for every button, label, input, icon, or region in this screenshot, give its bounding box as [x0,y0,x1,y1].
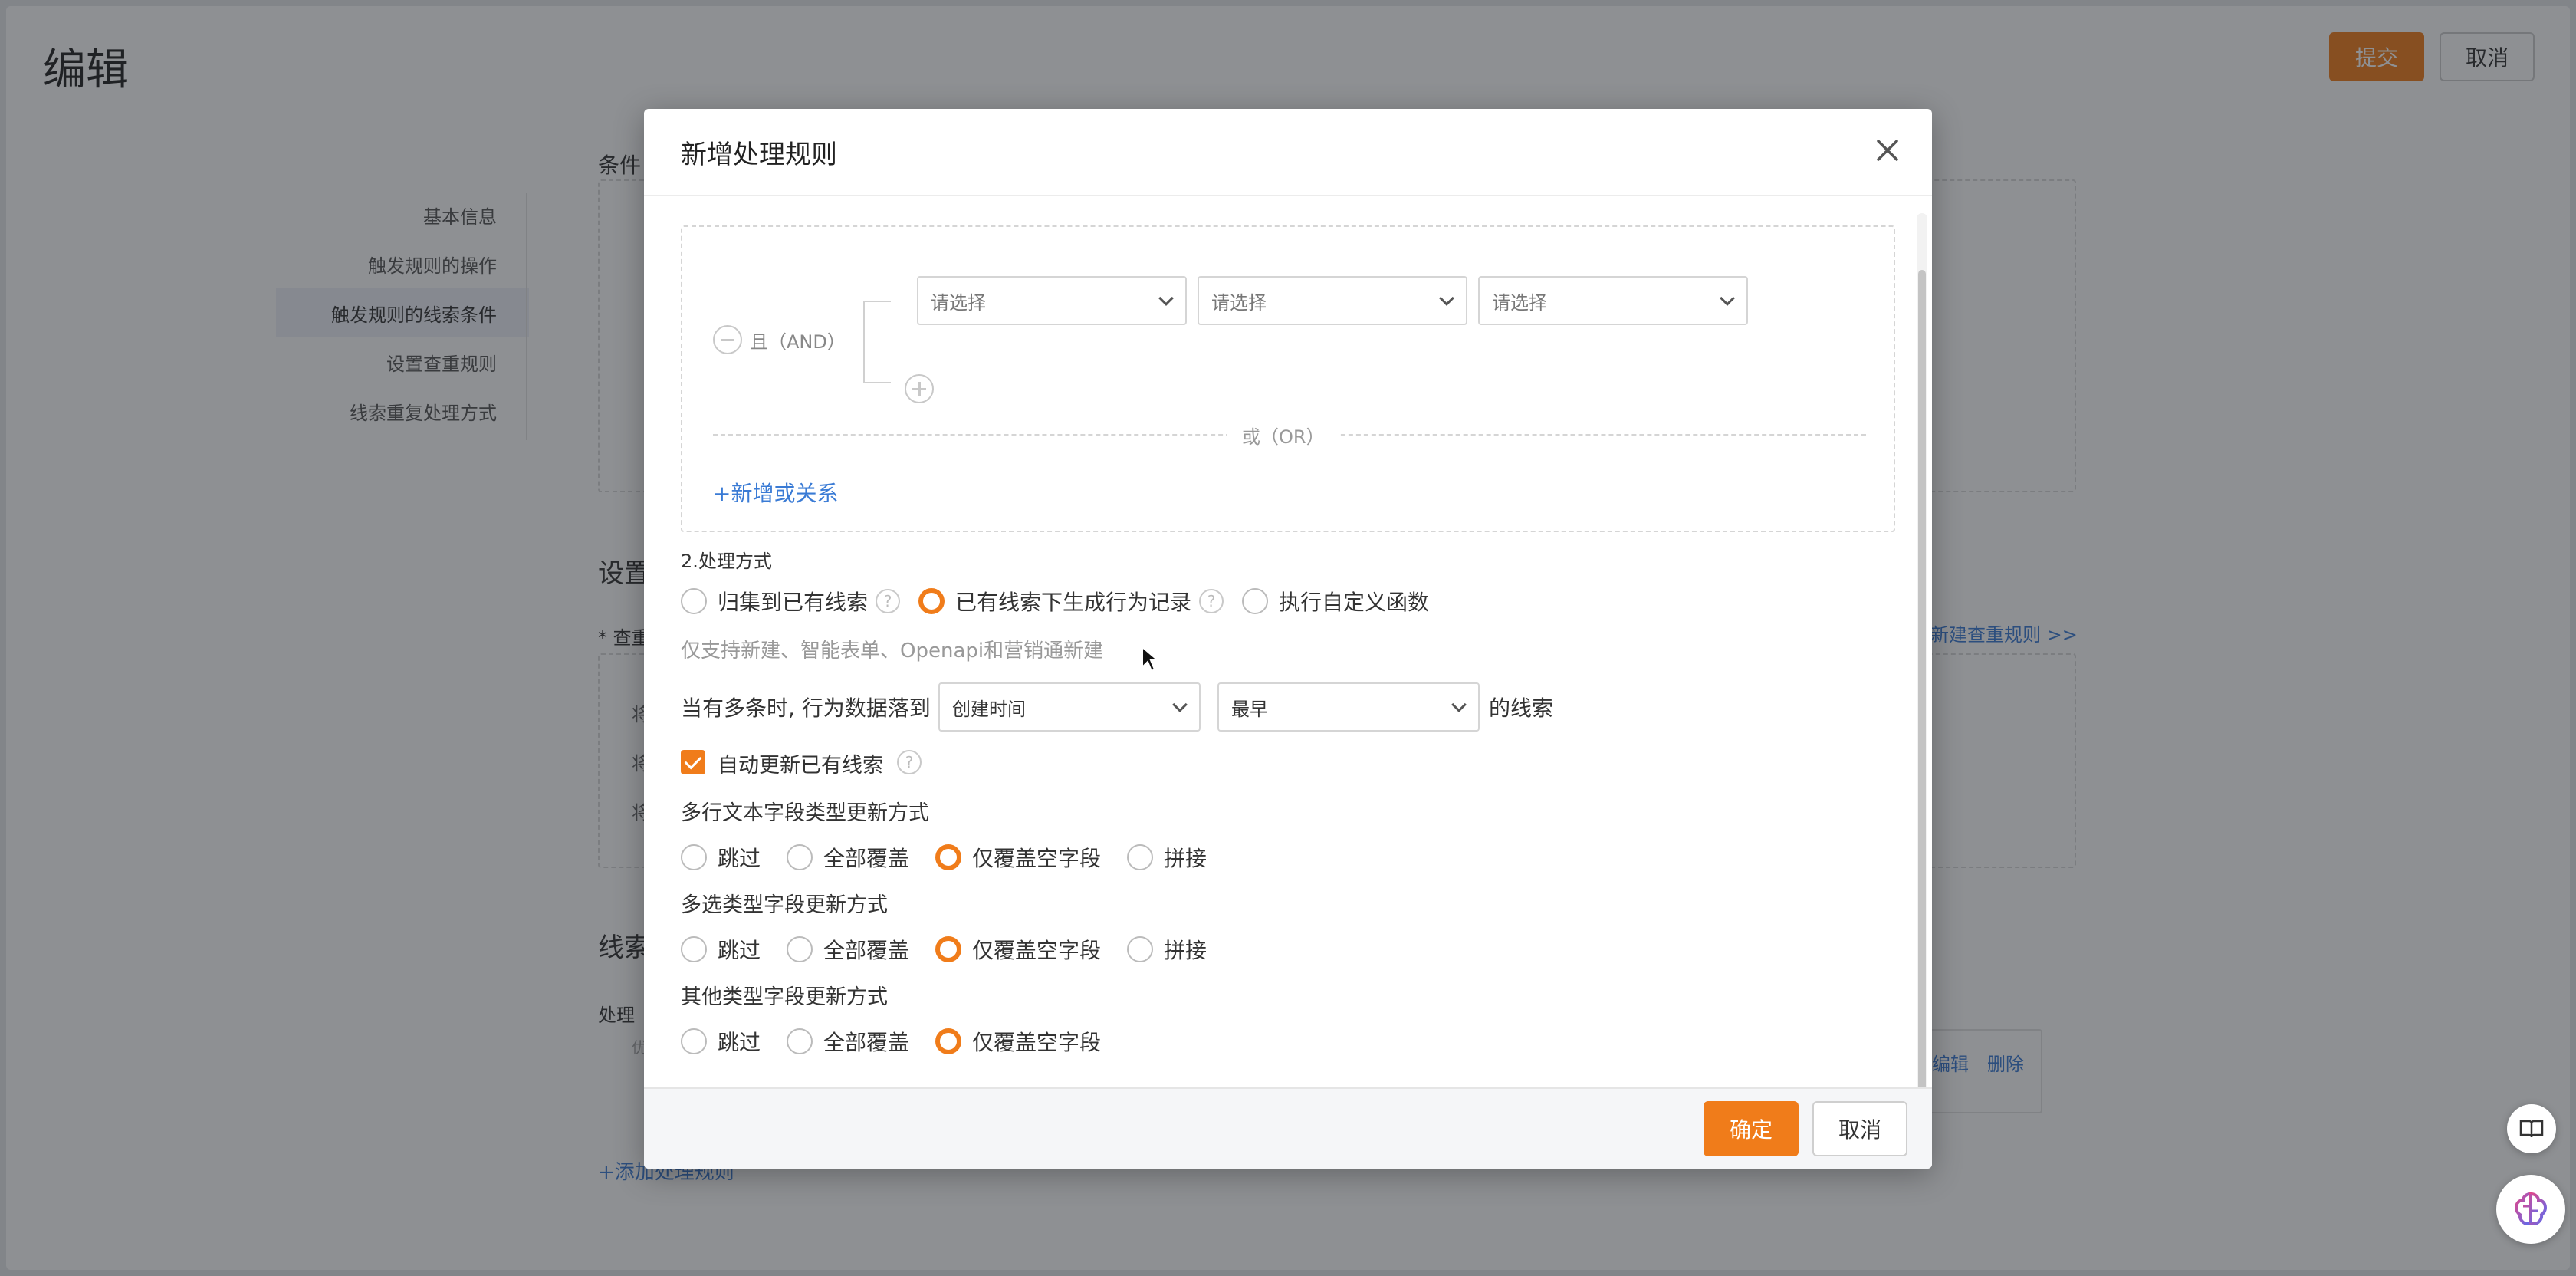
radio-skip[interactable]: 跳过 [681,934,761,965]
radio-overwrite-empty[interactable]: 仅覆盖空字段 [935,1026,1101,1057]
remove-group-icon[interactable] [713,325,742,354]
multi-prefix-label: 当有多条时, 行为数据落到 [681,696,931,721]
radio-merge-existing[interactable]: 归集到已有线索 [681,586,868,617]
radio-circle [787,844,813,870]
radio-label: 全部覆盖 [823,846,910,871]
radio-label: 仅覆盖空字段 [972,1030,1102,1055]
radio-circle [681,588,707,614]
multiline-text-update-title: 多行文本字段类型更新方式 [681,801,929,825]
radio-label: 仅覆盖空字段 [972,846,1102,871]
modal-footer: 确定 取消 [644,1087,1932,1169]
and-bracket [863,301,891,383]
radio-circle [935,1028,962,1054]
chevron-down-icon [1720,291,1735,306]
radio-circle [935,936,962,962]
radio-concatenate[interactable]: 拼接 [1127,842,1207,873]
radio-label: 拼接 [1164,846,1208,871]
multi-suffix-label: 的线索 [1489,696,1554,721]
radio-skip[interactable]: 跳过 [681,1026,761,1057]
auto-update-checkbox[interactable] [681,750,705,774]
radio-label: 拼接 [1164,938,1208,963]
multiline-text-radio-group: 跳过 全部覆盖 仅覆盖空字段 拼接 [681,842,1233,873]
chevron-down-icon [1172,697,1188,712]
condition-operator-select[interactable]: 请选择 [1198,276,1467,325]
or-label: 或（OR） [1227,422,1340,449]
modal-header: 新增处理规则 [644,109,1932,196]
other-type-radio-group: 跳过 全部覆盖 仅覆盖空字段 [681,1026,1127,1057]
mouse-cursor-icon [1142,646,1159,673]
chevron-down-icon [1451,697,1467,712]
other-type-update-title: 其他类型字段更新方式 [681,985,888,1009]
method-hint: 仅支持新建、智能表单、Openapi和营销通新建 [681,640,1104,663]
multiselect-radio-group: 跳过 全部覆盖 仅覆盖空字段 拼接 [681,934,1233,965]
order-select[interactable]: 最早 [1217,682,1480,732]
condition-field-select[interactable]: 请选择 [917,276,1187,325]
help-icon[interactable]: ? [1199,589,1224,613]
help-icon[interactable]: ? [897,750,922,774]
condition-operator-select-placeholder: 请选择 [1211,291,1267,314]
radio-generate-behavior[interactable]: 已有线索下生成行为记录 [918,586,1191,617]
modal-scrollbar-thumb[interactable] [1918,270,1926,1169]
condition-value-select-placeholder: 请选择 [1492,291,1547,314]
radio-circle [1242,588,1269,614]
radio-circle [787,936,813,962]
close-icon[interactable] [1871,133,1904,167]
radio-label: 仅覆盖空字段 [972,938,1102,963]
book-icon[interactable] [2507,1104,2556,1153]
radio-label: 跳过 [718,938,761,963]
radio-custom-function[interactable]: 执行自定义函数 [1242,586,1429,617]
chevron-down-icon [1439,291,1454,306]
radio-overwrite-empty[interactable]: 仅覆盖空字段 [935,934,1101,965]
add-condition-icon[interactable] [905,374,934,403]
radio-label: 已有线索下生成行为记录 [955,590,1192,615]
section-process-method-title: 2.处理方式 [681,551,772,572]
modal-title: 新增处理规则 [681,140,837,170]
help-icon[interactable]: ? [876,589,901,613]
chevron-down-icon [1158,291,1174,306]
add-or-relation-link[interactable]: +新增或关系 [713,477,838,508]
radio-circle [681,1028,707,1054]
radio-label: 执行自定义函数 [1279,590,1430,615]
process-method-radio-group: 归集到已有线索 ? 已有线索下生成行为记录 ? 执行自定义函数 [681,586,1455,617]
radio-circle [681,936,707,962]
radio-label: 全部覆盖 [823,938,910,963]
radio-label: 全部覆盖 [823,1030,910,1055]
radio-circle [1127,844,1154,870]
condition-field-select-placeholder: 请选择 [931,291,986,314]
radio-overwrite-empty[interactable]: 仅覆盖空字段 [935,842,1101,873]
radio-label: 跳过 [718,1030,761,1055]
confirm-button[interactable]: 确定 [1704,1101,1799,1156]
radio-concatenate[interactable]: 拼接 [1127,934,1207,965]
modal-cancel-button[interactable]: 取消 [1812,1101,1907,1156]
condition-value-select[interactable]: 请选择 [1478,276,1748,325]
radio-circle [787,1028,813,1054]
radio-circle [918,588,945,614]
and-label: 且（AND） [750,331,846,353]
radio-label: 归集到已有线索 [718,590,869,615]
radio-overwrite-all[interactable]: 全部覆盖 [787,842,909,873]
radio-label: 跳过 [718,846,761,871]
radio-circle [935,844,962,870]
multiselect-update-title: 多选类型字段更新方式 [681,893,888,917]
radio-overwrite-all[interactable]: 全部覆盖 [787,1026,909,1057]
time-field-select[interactable]: 创建时间 [938,682,1201,732]
order-select-value: 最早 [1231,698,1268,720]
add-rule-modal: 新增处理规则 且（AND） 请选择 请选择 请选择 或（OR） +新增或关系 2… [644,109,1932,1169]
time-field-select-value: 创建时间 [952,698,1026,720]
radio-circle [1127,936,1154,962]
radio-overwrite-all[interactable]: 全部覆盖 [787,934,909,965]
brain-icon[interactable] [2496,1175,2565,1244]
auto-update-label: 自动更新已有线索 [718,754,883,778]
condition-group-box: 且（AND） 请选择 请选择 请选择 或（OR） +新增或关系 [681,225,1895,532]
radio-skip[interactable]: 跳过 [681,842,761,873]
radio-circle [681,844,707,870]
